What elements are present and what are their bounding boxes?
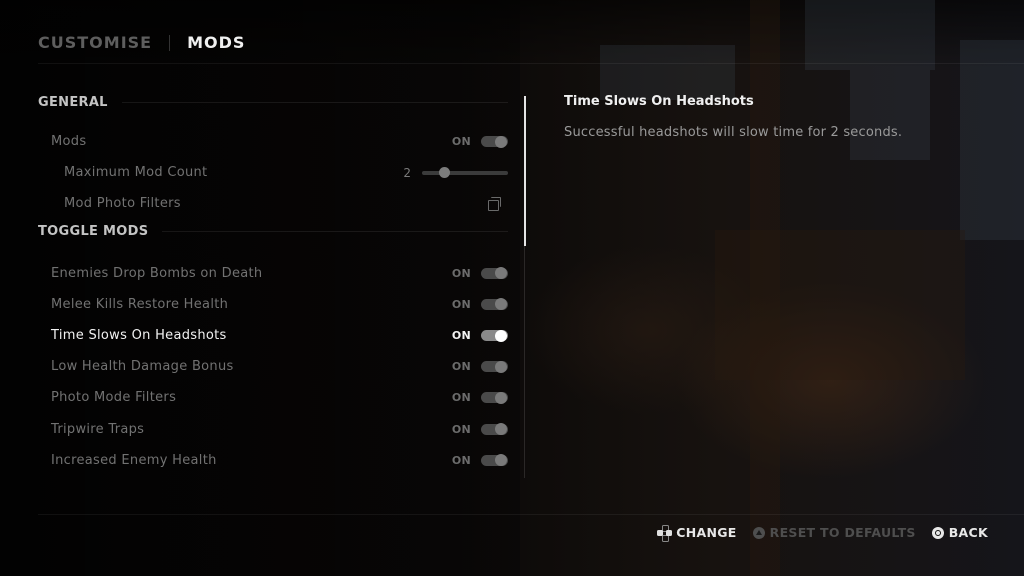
toggle-value: ON [451, 266, 471, 280]
section-header-toggle-mods: TOGGLE MODS [38, 218, 508, 246]
setting-label: Low Health Damage Bonus [51, 359, 234, 375]
setting-label: Maximum Mod Count [64, 165, 208, 181]
toggle-switch[interactable] [481, 391, 508, 404]
detail-description: Successful headshots will slow time for … [564, 125, 903, 140]
section-title: GENERAL [38, 94, 108, 110]
toggle-switch[interactable] [481, 454, 508, 467]
toggle-knob [495, 267, 507, 280]
setting-row-mod-photo-filters[interactable]: Mod Photo Filters [38, 188, 508, 219]
setting-label: Mods [51, 134, 87, 150]
toggle-value: ON [451, 329, 471, 343]
change-label: CHANGE [676, 525, 737, 540]
reset-label: RESET TO DEFAULTS [769, 525, 916, 540]
toggle-value: ON [451, 391, 471, 405]
slider-value: 2 [403, 165, 411, 180]
toggle-mod-row[interactable]: Time Slows On Headshots ON [38, 320, 508, 351]
change-button[interactable]: CHANGE [657, 524, 737, 542]
toggle-knob [495, 329, 507, 342]
toggle-value: ON [451, 422, 471, 436]
setting-row-max-mod-count[interactable]: Maximum Mod Count 2 [38, 157, 508, 188]
button-prompts: CHANGE RESET TO DEFAULTS BACK [641, 524, 988, 542]
toggle-value: ON [451, 135, 471, 149]
toggle-knob [495, 360, 507, 373]
slider-thumb[interactable] [438, 166, 450, 178]
reset-to-defaults-button[interactable]: RESET TO DEFAULTS [752, 525, 916, 540]
toggle-switch[interactable] [481, 135, 508, 148]
section-title: TOGGLE MODS [38, 224, 149, 240]
tab-mods[interactable]: MODS [187, 33, 245, 52]
back-button[interactable]: BACK [931, 525, 988, 540]
detail-title: Time Slows On Headshots [564, 94, 754, 109]
header-divider [38, 63, 1024, 64]
setting-label: Photo Mode Filters [51, 390, 177, 406]
circle-button-icon [931, 526, 944, 539]
copy-icon[interactable] [488, 196, 502, 211]
toggle-mod-row[interactable]: Photo Mode Filters ON [38, 382, 508, 413]
setting-label: Mod Photo Filters [64, 196, 181, 212]
setting-label: Time Slows On Headshots [51, 328, 227, 344]
setting-label: Tripwire Traps [51, 421, 145, 437]
section-header-general: GENERAL [38, 88, 508, 116]
toggle-knob [495, 423, 507, 436]
setting-label: Enemies Drop Bombs on Death [51, 265, 263, 281]
settings-list: GENERAL Mods ON Maximum Mod Count 2 Mod … [38, 88, 508, 476]
section-divider [121, 101, 508, 103]
mod-count-slider[interactable] [422, 166, 508, 178]
setting-label: Melee Kills Restore Health [51, 296, 229, 312]
toggle-value: ON [451, 360, 471, 374]
detail-panel: Time Slows On Headshots Successful heads… [564, 94, 984, 140]
toggle-mod-row[interactable]: Low Health Damage Bonus ON [38, 351, 508, 382]
scrollbar-thumb[interactable] [524, 96, 526, 246]
footer-divider [38, 514, 1024, 515]
setting-label: Increased Enemy Health [51, 452, 217, 468]
toggle-knob [495, 298, 507, 311]
triangle-button-icon [752, 526, 765, 539]
toggle-value: ON [451, 453, 471, 467]
toggle-switch[interactable] [481, 329, 508, 342]
toggle-value: ON [451, 297, 471, 311]
toggle-switch[interactable] [481, 423, 508, 436]
toggle-mod-row[interactable]: Tripwire Traps ON [38, 414, 508, 445]
toggle-mod-row[interactable]: Increased Enemy Health ON [38, 445, 508, 476]
toggle-mod-row[interactable]: Melee Kills Restore Health ON [38, 289, 508, 320]
toggle-knob [495, 391, 507, 404]
tab-separator [169, 34, 171, 51]
section-divider [162, 231, 508, 233]
toggle-knob [495, 454, 507, 467]
toggle-knob [495, 135, 507, 148]
toggle-switch[interactable] [481, 360, 508, 373]
setting-row-mods[interactable]: Mods ON [38, 126, 508, 157]
back-label: BACK [948, 525, 988, 540]
toggle-switch[interactable] [481, 267, 508, 280]
tab-customise[interactable]: CUSTOMISE [38, 33, 152, 52]
top-tab-bar: CUSTOMISE MODS [38, 33, 245, 52]
toggle-switch[interactable] [481, 298, 508, 311]
dpad-left-right-icon [657, 524, 673, 542]
toggle-mod-row[interactable]: Enemies Drop Bombs on Death ON [38, 258, 508, 289]
